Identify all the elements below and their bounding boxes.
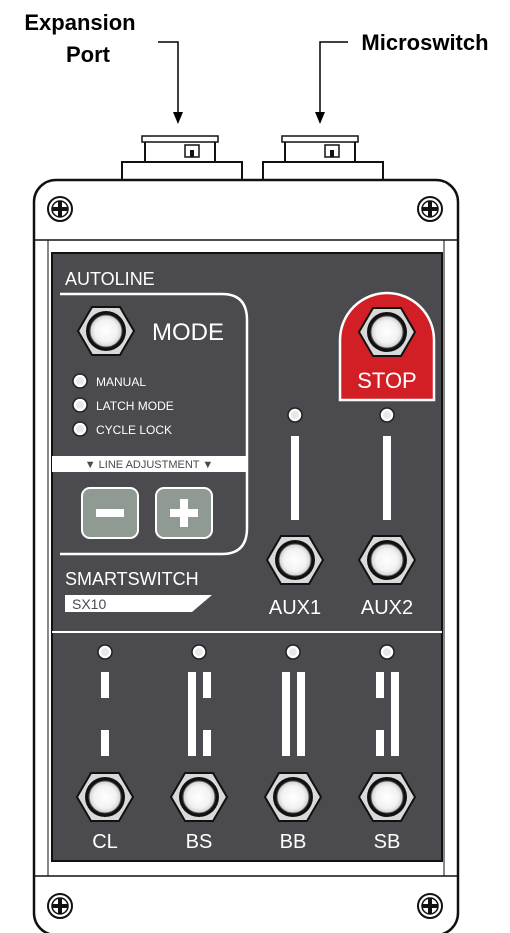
bs-bar-right-top — [203, 672, 211, 698]
bs-bar-right-bottom — [203, 730, 211, 756]
cl-bar-bottom — [101, 730, 109, 756]
product-name: SMARTSWITCH — [65, 569, 199, 589]
mode-option-manual: MANUAL — [96, 375, 146, 389]
expansion-port-connector — [121, 135, 243, 183]
bs-led-icon — [191, 644, 207, 660]
expansion-port-label-line2: Port — [66, 42, 111, 67]
cl-label: CL — [92, 831, 118, 853]
brand-label: AUTOLINE — [65, 269, 155, 289]
aux2-led-icon — [379, 407, 395, 423]
stop-label: STOP — [357, 368, 417, 393]
aux1-label: AUX1 — [269, 597, 321, 619]
plus-button[interactable] — [155, 487, 213, 539]
microswitch-leader — [319, 41, 348, 118]
screw-bottom-right-icon — [417, 893, 443, 919]
aux1-indicator-bar — [291, 436, 299, 520]
sb-bar-left-bottom — [376, 730, 384, 756]
manual-led-icon — [72, 373, 88, 389]
expansion-port-label-line1: Expansion — [24, 10, 135, 35]
sb-label: SB — [374, 831, 401, 853]
sb-bar-right — [391, 672, 399, 756]
minus-icon — [96, 509, 124, 517]
screw-top-left-icon — [47, 196, 73, 222]
bb-bar-right — [297, 672, 305, 756]
bb-bar-left — [282, 672, 290, 756]
bs-bar-left — [188, 672, 196, 756]
microswitch-label: Microswitch — [361, 30, 488, 55]
cycle-lock-led-icon — [72, 421, 88, 437]
microswitch-arrowhead — [315, 112, 325, 124]
mode-label: MODE — [152, 319, 224, 346]
aux2-label: AUX2 — [361, 597, 413, 619]
minus-button[interactable] — [81, 487, 139, 539]
model-label: SX10 — [72, 596, 106, 612]
cl-led-icon — [97, 644, 113, 660]
bs-label: BS — [186, 831, 213, 853]
aux1-led-icon — [287, 407, 303, 423]
mode-option-cycle-lock: CYCLE LOCK — [96, 423, 172, 437]
sb-led-icon — [379, 644, 395, 660]
mode-option-latch: LATCH MODE — [96, 399, 174, 413]
bb-led-icon — [285, 644, 301, 660]
bb-label: BB — [280, 831, 307, 853]
cl-bar-top — [101, 672, 109, 698]
screw-top-right-icon — [417, 196, 443, 222]
microswitch-connector — [262, 135, 384, 183]
screw-bottom-left-icon — [47, 893, 73, 919]
sb-bar-left-top — [376, 672, 384, 698]
latch-mode-led-icon — [72, 397, 88, 413]
aux2-indicator-bar — [383, 436, 391, 520]
smartswitch-diagram: Expansion Port Microswitch AUTOLINE MODE… — [24, 10, 489, 933]
expansion-port-leader — [158, 41, 179, 118]
line-adjustment-label: ▼ LINE ADJUSTMENT ▼ — [85, 459, 214, 471]
expansion-port-arrowhead — [173, 112, 183, 124]
